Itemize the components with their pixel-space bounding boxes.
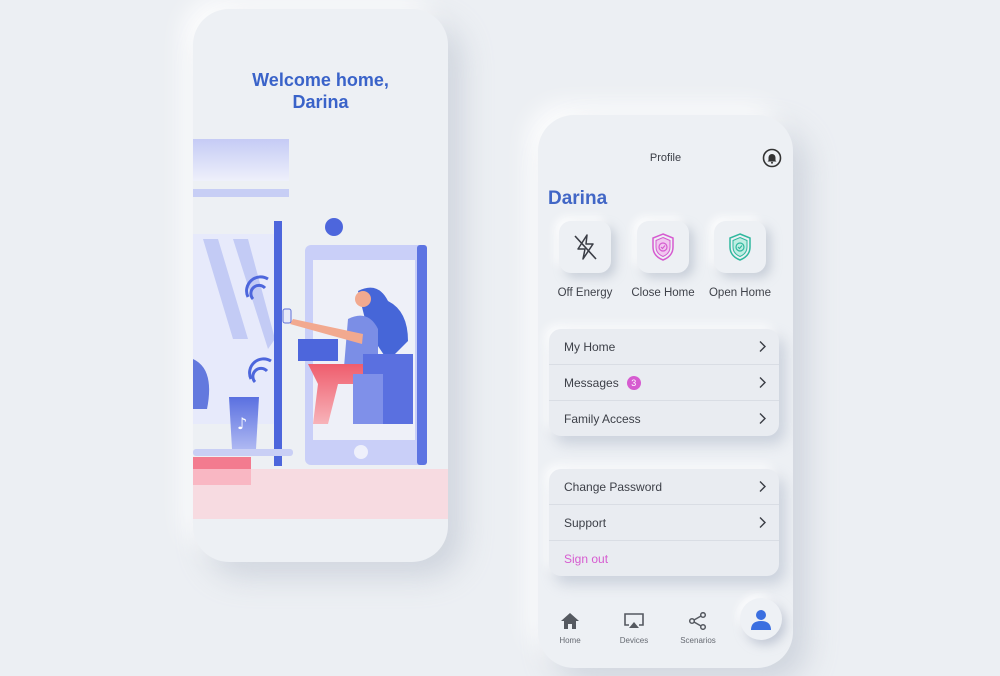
- chevron-right-icon: [759, 481, 766, 492]
- menu-item-support[interactable]: Support: [549, 505, 779, 541]
- welcome-greeting: Welcome home, Darina: [252, 70, 389, 112]
- airplay-icon: [624, 613, 644, 628]
- security-camera: [325, 218, 343, 236]
- shield-check-icon: [729, 233, 751, 261]
- tab-devices[interactable]: Devices: [609, 612, 659, 645]
- close-home-button[interactable]: [637, 221, 689, 273]
- menu-item-change-password[interactable]: Change Password: [549, 469, 779, 505]
- energy-off-icon: [574, 234, 597, 260]
- share-icon: [688, 611, 707, 631]
- tab-home[interactable]: Home: [545, 612, 595, 645]
- messages-count-badge: 3: [626, 375, 641, 390]
- air-conditioner: [193, 139, 289, 181]
- home-icon: [561, 613, 579, 629]
- off-energy-label: Off Energy: [557, 287, 613, 299]
- shield-check-icon: [652, 233, 674, 261]
- bell-icon[interactable]: [762, 148, 782, 168]
- tab-scenarios[interactable]: Scenarios: [673, 611, 723, 645]
- tab-profile[interactable]: [740, 598, 782, 640]
- svg-text:♪: ♪: [237, 414, 247, 433]
- profile-screen: Profile Darina Off Energy Close Home Ope…: [538, 115, 793, 668]
- off-energy-button[interactable]: [559, 221, 611, 273]
- welcome-screen: Welcome home, Darina ♪: [193, 9, 448, 562]
- open-home-button[interactable]: [714, 221, 766, 273]
- menu-group-primary: My Home Messages 3 Family Access: [549, 329, 779, 436]
- chevron-right-icon: [759, 517, 766, 528]
- page-title: Profile: [649, 152, 682, 164]
- sign-out-button[interactable]: Sign out: [549, 541, 779, 576]
- chevron-right-icon: [759, 341, 766, 352]
- user-icon: [751, 610, 771, 630]
- menu-group-account: Change Password Support Sign out: [549, 469, 779, 576]
- menu-item-my-home[interactable]: My Home: [549, 329, 779, 365]
- menu-item-messages[interactable]: Messages 3: [549, 365, 779, 401]
- menu-item-family-access[interactable]: Family Access: [549, 401, 779, 436]
- user-name: Darina: [548, 188, 608, 209]
- smart-home-illustration: ♪: [193, 139, 448, 519]
- open-home-label: Open Home: [708, 287, 771, 299]
- chevron-right-icon: [759, 377, 766, 388]
- chevron-right-icon: [759, 413, 766, 424]
